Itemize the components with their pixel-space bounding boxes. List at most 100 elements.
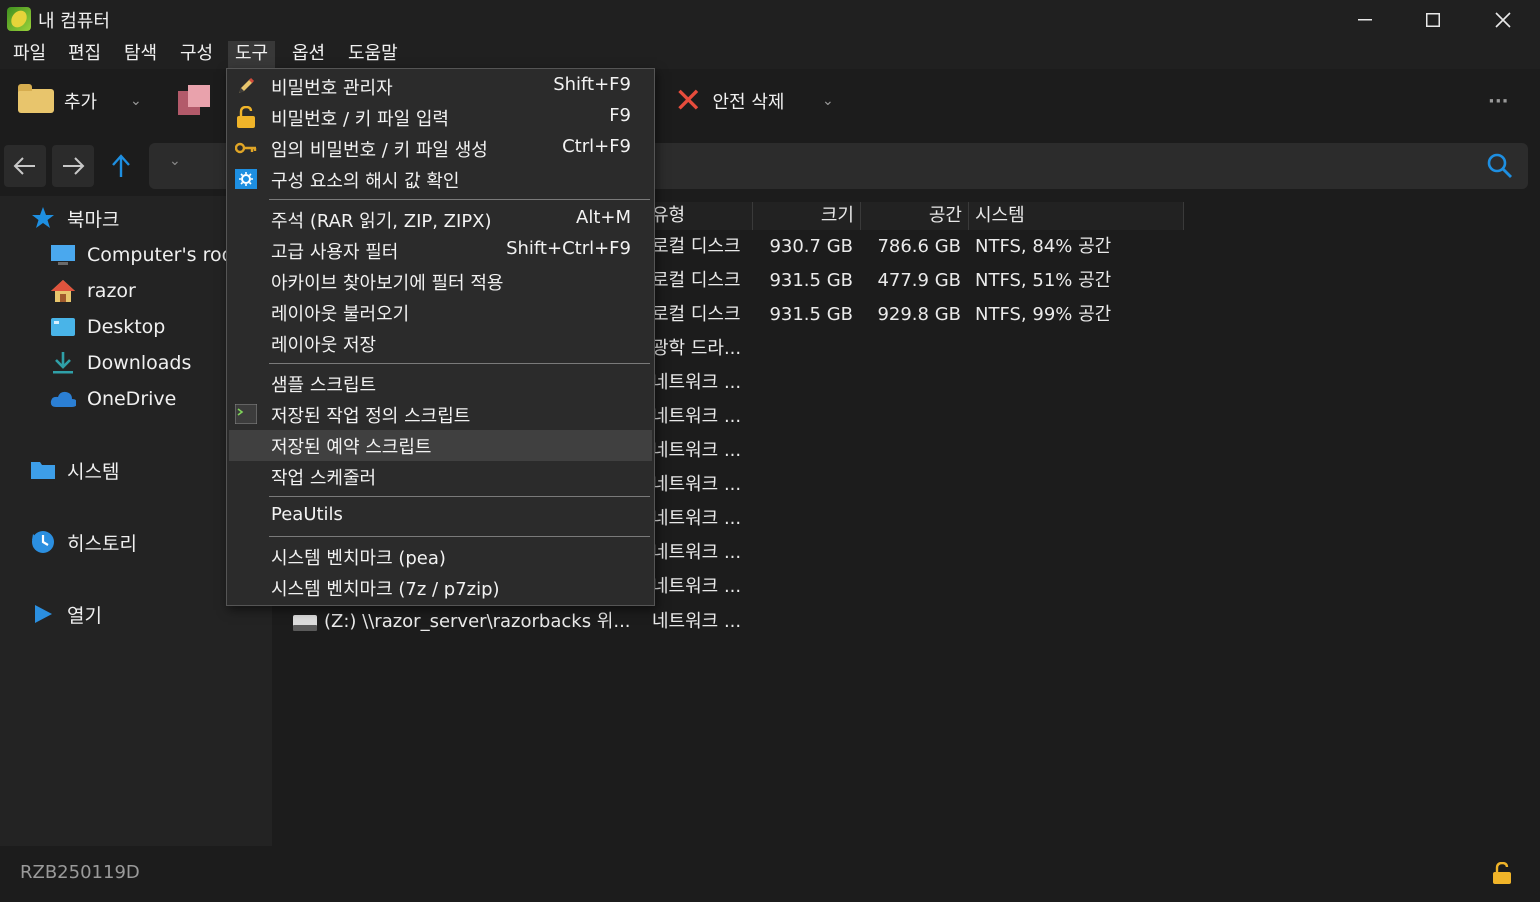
- app-logo-icon: [7, 7, 31, 31]
- menu-item-label: 고급 사용자 필터: [271, 242, 399, 263]
- menu-item-12[interactable]: 작업 스케줄러: [229, 461, 652, 492]
- row-type: 네트워크 ...: [652, 576, 742, 597]
- sidebar-system[interactable]: 시스템: [30, 455, 119, 485]
- menu-item-0[interactable]: 비밀번호 관리자 Shift+F9: [229, 71, 652, 102]
- menu-item-14[interactable]: 시스템 벤치마크 (pea): [229, 541, 652, 572]
- menu-item-label: 아카이브 찾아보기에 필터 적용: [271, 273, 504, 294]
- menu-item-11[interactable]: 저장된 예약 스크립트: [229, 430, 652, 461]
- padlock-icon: [235, 106, 257, 128]
- menu-tools[interactable]: 도구: [228, 41, 276, 69]
- forward-button[interactable]: [52, 145, 94, 187]
- arrow-right-icon: [63, 157, 85, 175]
- menu-item-8[interactable]: 레이아웃 저장: [229, 328, 652, 359]
- arrow-left-icon: [13, 157, 35, 175]
- sidebar-bookmarks[interactable]: 북마크: [30, 203, 119, 233]
- menu-item-15[interactable]: 시스템 벤치마크 (7z / p7zip): [229, 572, 652, 603]
- menu-item-4[interactable]: 주석 (RAR 읽기, ZIP, ZIPX) Alt+M: [229, 204, 652, 235]
- menu-navigate[interactable]: 탐색: [117, 41, 164, 69]
- row-type: 네트워크 ...: [652, 406, 742, 427]
- up-button[interactable]: [100, 145, 142, 187]
- menu-item-label: 레이아웃 저장: [271, 335, 377, 356]
- row-fs: NTFS, 51% 공간: [975, 270, 1112, 291]
- sidebar-item-label: Computer's roo: [87, 244, 234, 266]
- menu-item-3[interactable]: 구성 요소의 해시 값 확인: [229, 164, 652, 195]
- row-type: 네트워크 ...: [652, 508, 742, 529]
- add-dropdown-button[interactable]: ⌄: [130, 83, 142, 119]
- sidebar-item-desktop[interactable]: Desktop: [50, 312, 165, 342]
- gear-icon: [235, 169, 257, 189]
- row-size: 931.5 GB: [769, 270, 853, 291]
- menu-item-shortcut: Alt+M: [576, 207, 631, 228]
- column-header-type[interactable]: 유형: [646, 202, 753, 230]
- more-button[interactable]: ···: [1488, 83, 1509, 119]
- menu-item-2[interactable]: 임의 비밀번호 / 키 파일 생성 Ctrl+F9: [229, 133, 652, 164]
- row-type: 네트워크 ...: [652, 372, 742, 393]
- maximize-button[interactable]: [1398, 0, 1468, 39]
- network-drive-icon: [293, 615, 317, 631]
- history-icon: [30, 530, 56, 554]
- row-type: 네트워크 ...: [652, 611, 742, 632]
- sidebar-open[interactable]: 열기: [30, 599, 102, 629]
- menu-item-label: 비밀번호 관리자: [271, 78, 393, 99]
- menu-item-label: 주석 (RAR 읽기, ZIP, ZIPX): [271, 211, 492, 232]
- row-free: 929.8 GB: [877, 304, 961, 325]
- chevron-down-icon: ⌄: [822, 93, 834, 109]
- menu-item-label: 저장된 작업 정의 스크립트: [271, 406, 471, 427]
- column-header-size[interactable]: 크기: [753, 202, 861, 230]
- sidebar-item-computer[interactable]: Computer's roo: [50, 240, 233, 270]
- menu-item-label: 임의 비밀번호 / 키 파일 생성: [271, 140, 488, 161]
- minimize-button[interactable]: [1330, 0, 1400, 39]
- sidebar-item-razor[interactable]: razor: [50, 276, 136, 306]
- row-type: 로컬 디스크: [652, 270, 741, 291]
- sidebar-item-downloads[interactable]: Downloads: [50, 348, 191, 378]
- menu-item-6[interactable]: 아카이브 찾아보기에 필터 적용: [229, 266, 652, 297]
- column-header-free[interactable]: 공간: [861, 202, 969, 230]
- add-button[interactable]: 추가: [18, 83, 97, 119]
- search-icon[interactable]: [1486, 152, 1514, 180]
- sidebar-history[interactable]: 히스토리: [30, 527, 137, 557]
- row-type: 광학 드라...: [652, 338, 742, 359]
- play-arrow-icon: [30, 602, 56, 626]
- menu-separator: [269, 496, 650, 497]
- close-button[interactable]: [1468, 0, 1538, 39]
- row-name: (Z:) \\razor_server\razorbacks 위...: [324, 611, 631, 632]
- menu-item-5[interactable]: 고급 사용자 필터 Shift+Ctrl+F9: [229, 235, 652, 266]
- row-type: 네트워크 ...: [652, 440, 742, 461]
- star-icon: [30, 206, 56, 230]
- monitor-icon: [50, 243, 76, 267]
- row-type: 로컬 디스크: [652, 304, 741, 325]
- key-icon: [235, 138, 257, 158]
- extract-button[interactable]: [176, 83, 212, 119]
- menu-item-1[interactable]: 비밀번호 / 키 파일 입력 F9: [229, 102, 652, 133]
- menu-item-label: 구성 요소의 해시 값 확인: [271, 171, 460, 192]
- row-type: 로컬 디스크: [652, 236, 741, 257]
- secure-delete-dropdown-button[interactable]: ⌄: [822, 83, 834, 119]
- chevron-down-icon[interactable]: ⌄: [169, 153, 181, 169]
- secure-delete-button[interactable]: ✕ 안전 삭제: [674, 83, 784, 119]
- row-size: 930.7 GB: [769, 236, 853, 257]
- download-icon: [50, 351, 76, 375]
- menu-item-9[interactable]: 샘플 스크립트: [229, 368, 652, 399]
- menu-item-7[interactable]: 레이아웃 불러오기: [229, 297, 652, 328]
- chevron-down-icon: ⌄: [130, 93, 142, 109]
- menu-item-13[interactable]: PeaUtils: [229, 501, 652, 532]
- row-fs: NTFS, 99% 공간: [975, 304, 1112, 325]
- menu-item-10[interactable]: 저장된 작업 정의 스크립트: [229, 399, 652, 430]
- terminal-icon: [235, 404, 257, 424]
- sidebar-item-onedrive[interactable]: OneDrive: [50, 384, 176, 414]
- menu-help[interactable]: 도움말: [341, 41, 405, 69]
- secure-delete-label: 안전 삭제: [712, 92, 785, 113]
- menu-options[interactable]: 옵션: [285, 41, 332, 69]
- sidebar-item-label: OneDrive: [87, 388, 177, 410]
- menu-file[interactable]: 파일: [6, 41, 53, 69]
- menu-organize[interactable]: 구성: [173, 41, 220, 69]
- sidebar-item-label: Downloads: [87, 352, 192, 374]
- sidebar-item-label: Desktop: [87, 316, 166, 338]
- unlocked-padlock-icon[interactable]: [1492, 862, 1512, 884]
- status-bar: RZB250119D: [0, 846, 1540, 902]
- menu-item-shortcut: Shift+Ctrl+F9: [506, 238, 631, 259]
- back-button[interactable]: [4, 145, 46, 187]
- menu-edit[interactable]: 편집: [61, 41, 108, 69]
- column-header-filesystem[interactable]: 시스템: [969, 202, 1184, 230]
- sidebar-open-label: 열기: [67, 604, 102, 627]
